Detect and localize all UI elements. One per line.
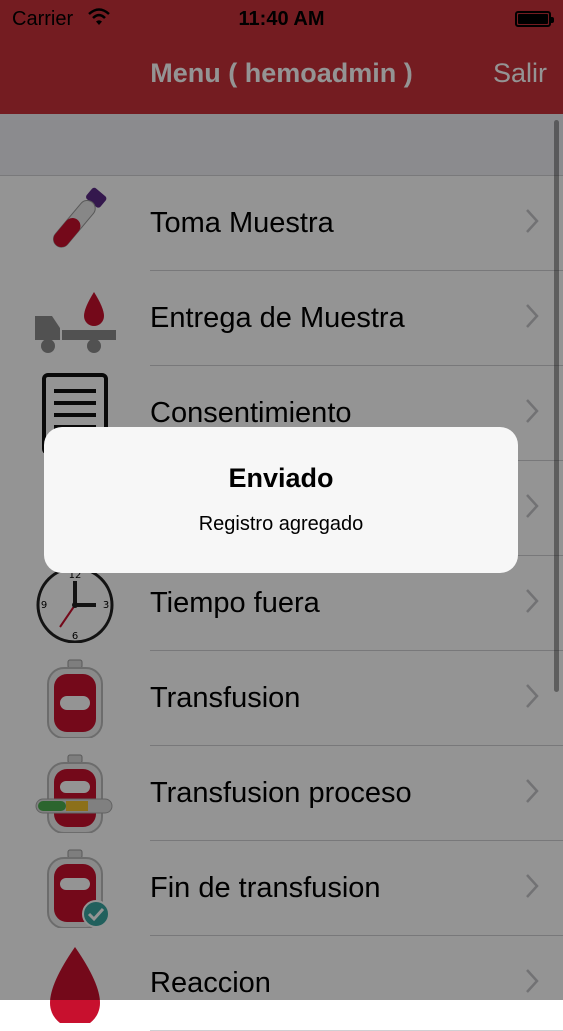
alert-message: Registro agregado (198, 513, 364, 535)
alert-dialog: Enviado Registro agregado (44, 427, 518, 573)
alert-title: Enviado (228, 463, 334, 493)
